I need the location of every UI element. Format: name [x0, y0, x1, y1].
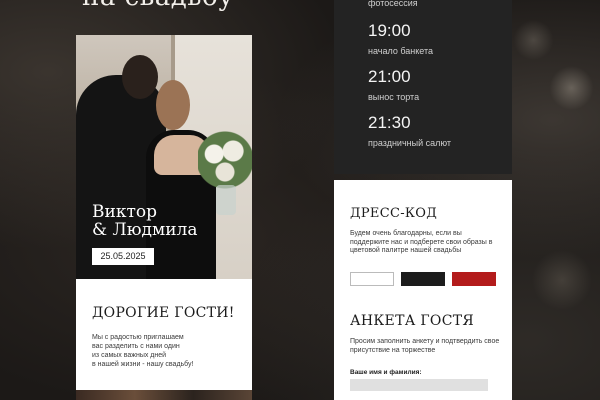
dear-guests-heading: ДОРОГИЕ ГОСТИ! [92, 305, 235, 321]
groom-head [122, 55, 158, 99]
info-card: ДРЕСС-КОД Будем очень благодарны, если в… [334, 180, 512, 400]
timeline-item: 19:00 начало банкета [368, 21, 434, 57]
dress-code-title: ДРЕСС-КОД [350, 206, 438, 221]
timeline-photosession-label: фотосессия [368, 0, 418, 8]
timeline-item: 21:00 вынос торта [368, 67, 420, 103]
next-photo-strip [76, 390, 252, 400]
dress-code-text: Будем очень благодарны, если вы поддержи… [350, 230, 493, 254]
swatch-red [452, 272, 496, 286]
hero-title: на свадьбу [82, 0, 234, 12]
swatch-black [401, 272, 445, 286]
couple-names: Виктор & Людмила [92, 202, 198, 240]
flowers-decoration [505, 0, 600, 400]
timeline-label: праздничный салют [368, 138, 452, 148]
name-input[interactable] [350, 379, 488, 391]
couple-photo-card: Виктор & Людмила 25.05.2025 [76, 35, 252, 279]
timeline-item: 21:30 праздничный салют [368, 113, 452, 149]
timeline-card: фотосессия 19:00 начало банкета 21:00 вы… [334, 0, 512, 174]
vase [216, 185, 236, 215]
timeline-time: 19:00 [368, 21, 411, 40]
swatch-white [350, 272, 394, 286]
timeline-label: начало банкета [368, 46, 434, 56]
timeline-time: 21:00 [368, 67, 411, 86]
name-field-label: Ваше имя и фамилия: [350, 369, 422, 376]
wedding-date-badge: 25.05.2025 [92, 248, 154, 265]
guest-form-text: Просим заполнить анкету и подтвердить св… [350, 338, 500, 354]
timeline-time: 21:30 [368, 113, 411, 132]
bride-head [156, 80, 190, 130]
guest-form-title: АНКЕТА ГОСТЯ [350, 313, 474, 329]
dear-guests-card: ДОРОГИЕ ГОСТИ! Мы с радостью приглашаем … [76, 279, 252, 390]
timeline-label: вынос торта [368, 92, 420, 102]
dear-guests-text: Мы с радостью приглашаем вас разделить с… [92, 334, 194, 368]
flower-bouquet [198, 130, 252, 190]
